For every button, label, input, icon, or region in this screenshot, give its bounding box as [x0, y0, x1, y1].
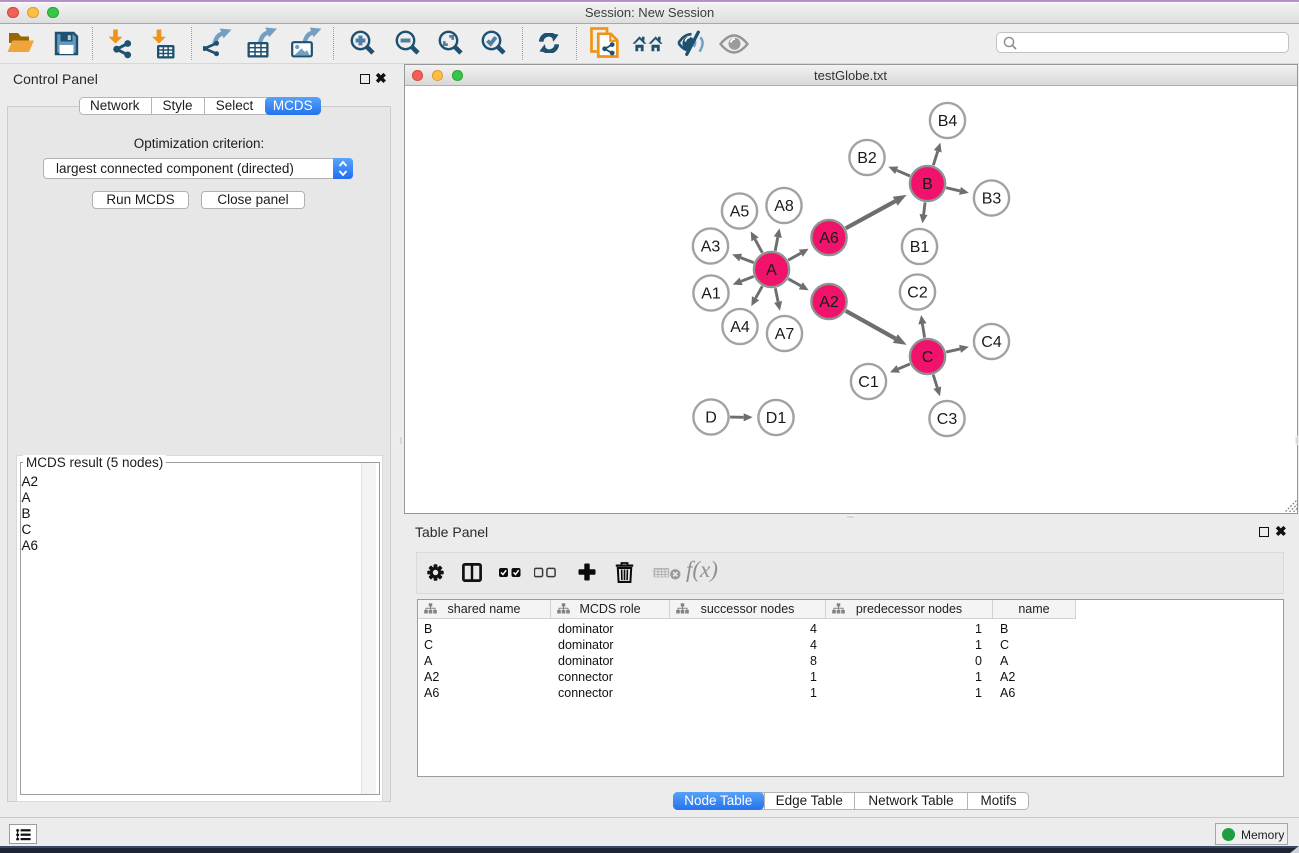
- svg-text:D1: D1: [766, 410, 787, 427]
- svg-text:B4: B4: [938, 113, 958, 130]
- svg-text:D: D: [705, 410, 717, 427]
- svg-text:C2: C2: [907, 285, 928, 302]
- svg-text:B2: B2: [857, 150, 877, 167]
- svg-text:B1: B1: [910, 239, 930, 256]
- svg-text:A: A: [766, 262, 777, 279]
- svg-text:A2: A2: [819, 294, 839, 311]
- svg-text:A8: A8: [774, 198, 794, 215]
- svg-text:A1: A1: [701, 286, 721, 303]
- svg-text:B: B: [922, 176, 933, 193]
- svg-text:A3: A3: [701, 239, 721, 256]
- svg-text:A5: A5: [730, 204, 750, 221]
- svg-text:A7: A7: [775, 326, 795, 343]
- svg-text:C1: C1: [858, 374, 879, 391]
- svg-text:C4: C4: [981, 334, 1002, 351]
- svg-text:A4: A4: [730, 319, 750, 336]
- svg-text:C3: C3: [937, 411, 958, 428]
- svg-text:B3: B3: [982, 191, 1002, 208]
- svg-text:C: C: [922, 349, 934, 366]
- svg-text:A6: A6: [819, 230, 839, 247]
